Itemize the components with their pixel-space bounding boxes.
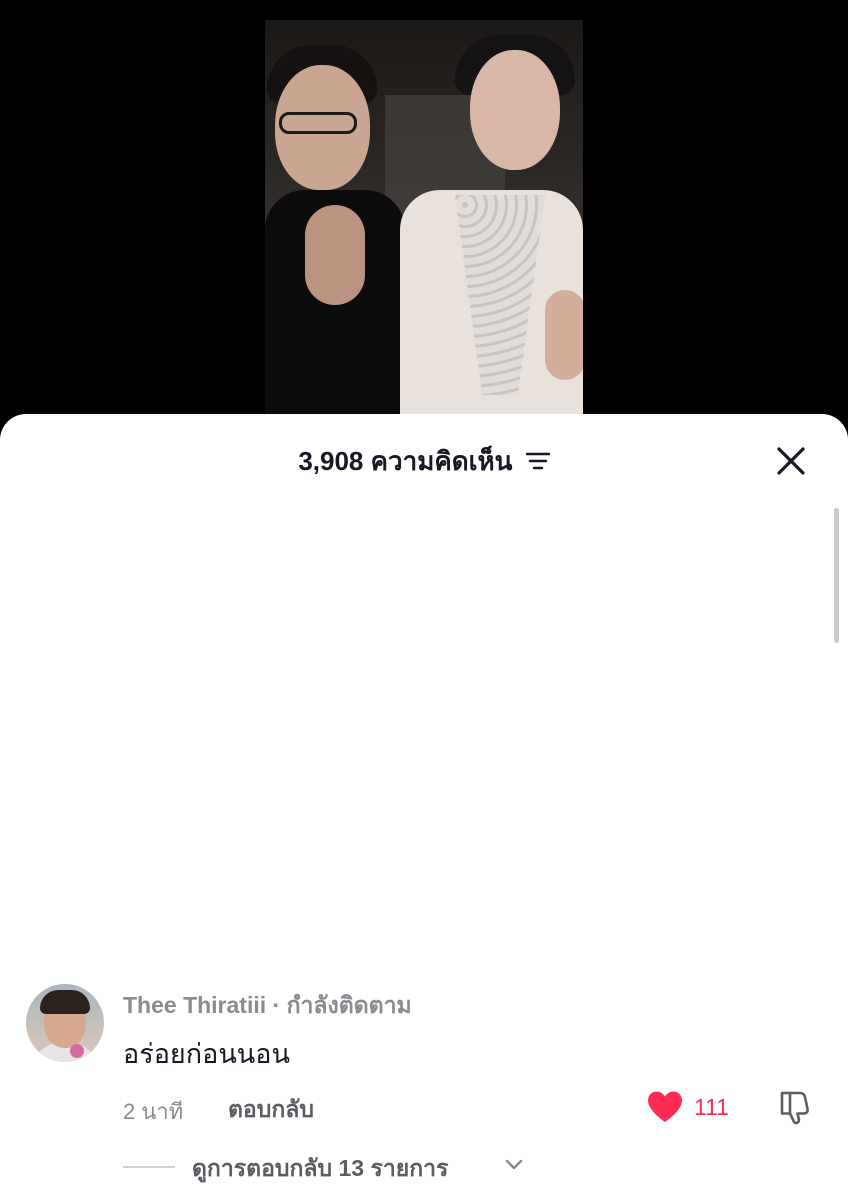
- replies-divider-line: [123, 1166, 175, 1168]
- thumbs-down-icon[interactable]: [776, 1088, 814, 1126]
- video-background[interactable]: [0, 0, 848, 440]
- scrollbar[interactable]: [834, 508, 839, 643]
- comment-count: 3,908: [298, 446, 364, 477]
- comment-username[interactable]: Thee Thiratiii: [123, 992, 266, 1018]
- avatar-flower: [70, 1044, 84, 1058]
- follow-status: กำลังติดตาม: [286, 992, 412, 1018]
- sort-filter-icon[interactable]: [525, 451, 550, 471]
- comment-count-label: ความคิดเห็น: [370, 446, 513, 477]
- view-replies-button[interactable]: ดูการตอบกลับ 13 รายการ: [123, 1150, 543, 1184]
- reply-button[interactable]: ตอบกลับ: [228, 1092, 314, 1128]
- comment-timestamp: 2 นาที: [123, 1099, 184, 1124]
- heart-icon[interactable]: [646, 1090, 684, 1124]
- comment-text: อร่อยก่อนนอน: [123, 1039, 290, 1069]
- video-frame[interactable]: [265, 20, 583, 420]
- video-person-right-head: [470, 50, 560, 170]
- video-person-right-hand: [545, 290, 583, 380]
- avatar-hair: [40, 990, 90, 1014]
- video-person-left-hand: [305, 205, 365, 305]
- chevron-down-icon[interactable]: [505, 1158, 523, 1172]
- comment-author-line: Thee Thiratiii · กำลังติดตาม: [123, 988, 412, 1024]
- avatar[interactable]: [26, 984, 104, 1062]
- video-person-left-glasses: [279, 112, 357, 134]
- separator-dot: ·: [272, 992, 281, 1018]
- view-replies-label[interactable]: ดูการตอบกลับ 13 รายการ: [192, 1151, 448, 1187]
- like-count: 111: [694, 1094, 729, 1120]
- comments-header: 3,908 ความคิดเห็น: [0, 442, 848, 478]
- close-icon[interactable]: [772, 442, 810, 480]
- comment-item: Thee Thiratiii · กำลังติดตาม อร่อยก่อนนอ…: [0, 980, 848, 1200]
- comments-sheet: 3,908 ความคิดเห็น Thee Thiratiii · กำลัง…: [0, 414, 848, 1200]
